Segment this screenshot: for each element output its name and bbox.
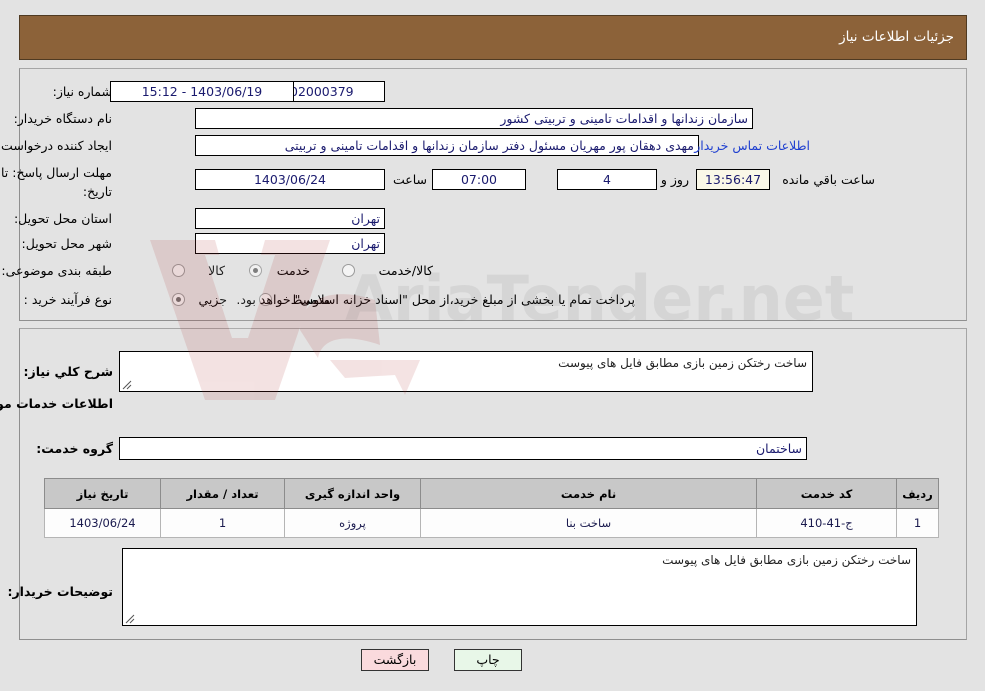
th-service-name: نام خدمت (420, 478, 757, 509)
th-need-date: تاریخ نیاز (44, 478, 161, 509)
days-label: روز و (660, 172, 689, 187)
deadline-date-value: 1403/06/24 (195, 169, 385, 190)
services-table: ردیف کد خدمت نام خدمت واحد اندازه گیری ت… (44, 478, 939, 538)
buyer-org-label: نام دستگاه خریدار: (13, 111, 112, 126)
page-root: AriaTender.net جزئیات اطلاعات نیاز شماره… (0, 0, 985, 691)
print-button[interactable]: چاپ (454, 649, 522, 671)
resize-grip-icon[interactable] (122, 380, 132, 390)
radio-category-goods-service[interactable] (342, 264, 355, 277)
buyer-contact-link[interactable]: اطلاعات تماس خریدار (694, 138, 810, 153)
radio-process-minor-label: جزیي (198, 292, 227, 307)
radio-category-goods[interactable] (172, 264, 185, 277)
province-value: تهران (195, 208, 385, 229)
buyer-notes-textarea[interactable]: ساخت رختکن زمین بازی مطابق فایل های پیوس… (122, 548, 917, 626)
th-row-index: ردیف (896, 478, 939, 509)
buyer-org-value: سازمان زندانها و اقدامات تامینی و تربیتی… (195, 108, 753, 129)
cell-service-name: ساخت بنا (420, 508, 757, 538)
page-header-bar: جزئیات اطلاعات نیاز (19, 15, 967, 60)
countdown-label: ساعت باقي مانده (782, 172, 875, 187)
cell-quantity: 1 (160, 508, 285, 538)
cell-unit: پروژه (284, 508, 421, 538)
category-label: طبقه بندی موضوعی: (1, 263, 112, 278)
hour-value: 07:00 (432, 169, 526, 190)
general-description-textarea[interactable]: ساخت رختکن زمین بازی مطابق فایل های پیوس… (119, 351, 813, 392)
service-group-label: گروه خدمت: (36, 441, 113, 456)
page-title: جزئیات اطلاعات نیاز (839, 29, 954, 45)
radio-category-service-label: خدمت (276, 263, 310, 278)
radio-category-goods-label: کالا (208, 263, 225, 278)
creator-value: مهدی دهقان پور مهریان مسئول دفتر سازمان … (195, 135, 699, 156)
radio-category-service[interactable] (249, 264, 262, 277)
process-label: نوع فرآیند خرید : (23, 292, 112, 307)
radio-process-minor[interactable] (172, 293, 185, 306)
hour-label: ساعت (392, 172, 427, 187)
buyer-notes-label: توضیحات خریدار: (7, 584, 113, 599)
days-value: 4 (557, 169, 657, 190)
creator-label: ایجاد کننده درخواست: (0, 138, 112, 153)
th-service-code: کد خدمت (756, 478, 897, 509)
buyer-notes-value: ساخت رختکن زمین بازی مطابق فایل های پیوس… (662, 553, 911, 567)
th-unit: واحد اندازه گیری (284, 478, 421, 509)
announce-datetime-value: 1403/06/19 - 15:12 (110, 81, 294, 102)
table-header-row: ردیف کد خدمت نام خدمت واحد اندازه گیری ت… (44, 478, 939, 509)
back-button[interactable]: بازگشت (361, 649, 429, 671)
services-section-heading: اطلاعات خدمات مورد نیاز (0, 396, 113, 411)
province-label: استان محل تحویل: (13, 211, 112, 226)
service-group-value: ساختمان (119, 437, 807, 460)
city-value: تهران (195, 233, 385, 254)
treasury-bond-note: پرداخت تمام یا بخشی از مبلغ خرید،از محل … (236, 292, 635, 307)
need-summary-panel (19, 68, 967, 321)
table-row: 1 ج-41-410 ساخت بنا پروژه 1 1403/06/24 (44, 508, 939, 538)
deadline-label-line2: تاریخ: (82, 184, 112, 199)
general-description-label: شرح کلي نیاز: (23, 364, 113, 379)
cell-row-index: 1 (896, 508, 939, 538)
general-description-value: ساخت رختکن زمین بازی مطابق فایل های پیوس… (558, 356, 807, 370)
city-label: شهر محل تحویل: (21, 236, 112, 251)
deadline-label-line1: مهلت ارسال پاسخ: تا (1, 165, 112, 180)
th-quantity: تعداد / مقدار (160, 478, 285, 509)
cell-service-code: ج-41-410 (756, 508, 897, 538)
radio-category-goods-service-label: کالا/خدمت (378, 263, 433, 278)
resize-grip-icon-notes[interactable] (125, 614, 135, 624)
cell-need-date: 1403/06/24 (44, 508, 161, 538)
need-number-label: شماره نیاز: (52, 84, 112, 99)
countdown-value: 13:56:47 (696, 169, 770, 190)
